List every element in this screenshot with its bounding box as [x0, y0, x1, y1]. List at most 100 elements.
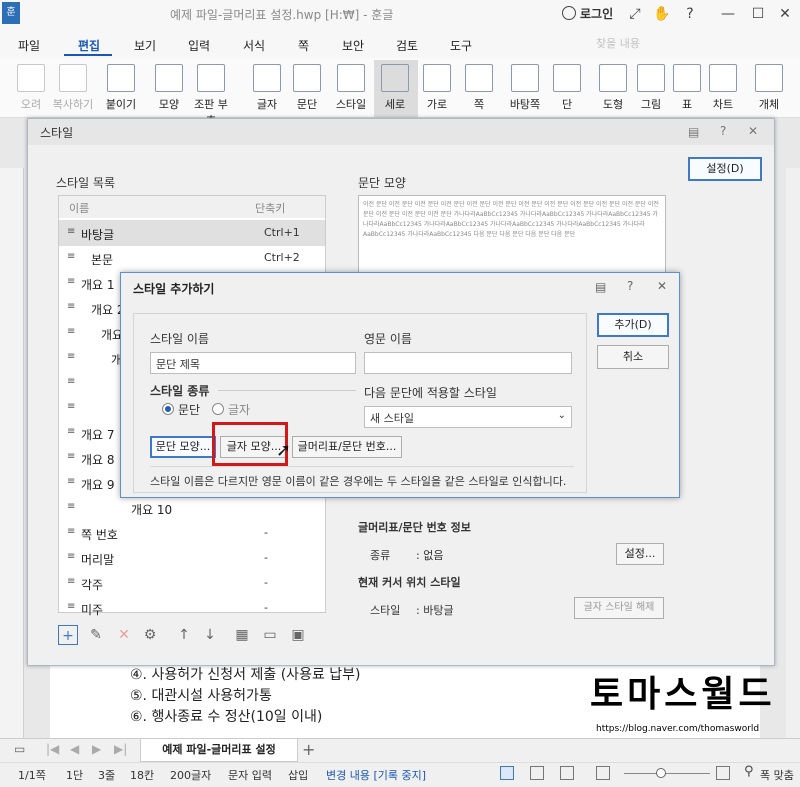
ribbon-button[interactable]: 쪽: [458, 64, 500, 112]
menu-view[interactable]: 보기: [134, 37, 156, 54]
radio-paragraph[interactable]: [162, 403, 174, 415]
style-list-item[interactable]: ≡ 쪽 번호 -: [59, 520, 325, 546]
set-button[interactable]: 설정(D): [688, 157, 762, 181]
status-track-changes[interactable]: 변경 내용 [기록 중지]: [326, 767, 426, 783]
paragraph-style-icon: ≡: [67, 301, 76, 312]
view-width-icon[interactable]: [530, 766, 544, 780]
open-folder-icon[interactable]: ▭: [260, 625, 280, 645]
ribbon-button[interactable]: 가로: [416, 64, 458, 112]
style-name-input[interactable]: 문단 제목: [150, 352, 356, 374]
user-icon[interactable]: [562, 6, 576, 20]
ribbon-button[interactable]: 문단: [286, 64, 328, 112]
prev-page-icon[interactable]: ◀: [70, 742, 79, 756]
menu-file[interactable]: 파일: [18, 37, 40, 54]
add-button[interactable]: 추가(D): [597, 313, 669, 337]
radio-paragraph-label[interactable]: 문단: [178, 401, 200, 418]
ribbon-button[interactable]: 단: [546, 64, 588, 112]
hand-icon[interactable]: ✋: [652, 4, 672, 24]
ribbon-button[interactable]: 바탕쪽: [504, 64, 546, 112]
login-link[interactable]: 로그인: [580, 5, 613, 22]
zoom-fit-label[interactable]: 폭 맞춤: [760, 767, 794, 783]
first-page-icon[interactable]: |◀: [46, 742, 59, 756]
style-list-item[interactable]: ≡ 각주 -: [59, 570, 325, 596]
magnifier-icon[interactable]: ⚲: [744, 764, 754, 779]
next-style-select[interactable]: 새 스타일 ⌄: [364, 406, 572, 428]
style-list-item[interactable]: ≡ 본문 Ctrl+2: [59, 245, 325, 271]
radio-char-label[interactable]: 글자: [228, 401, 250, 418]
menu-review[interactable]: 검토: [396, 37, 418, 54]
style-list-item[interactable]: ≡ 바탕글 Ctrl+1: [59, 220, 325, 246]
zoom-slider[interactable]: [624, 773, 710, 774]
style-name-label: 스타일 이름: [150, 332, 210, 346]
help-icon[interactable]: ?: [680, 4, 700, 24]
para-shape-button[interactable]: 문단 모양...: [150, 436, 216, 458]
style-list-item[interactable]: ≡ 미주 -: [59, 595, 325, 621]
markup-icon: [197, 64, 225, 92]
menu-page[interactable]: 쪽: [298, 37, 309, 54]
next-page-icon[interactable]: ▶: [92, 742, 101, 756]
dialog-help-icon[interactable]: ?: [720, 124, 726, 138]
release-char-style-button[interactable]: 글자 스타일 해제: [574, 597, 664, 619]
ribbon-button[interactable]: 도형: [592, 64, 634, 112]
ribbon-button[interactable]: 복사하기: [52, 64, 94, 112]
close-icon[interactable]: ✕: [775, 4, 795, 24]
eng-name-input[interactable]: [364, 352, 572, 374]
vertical-scrollbar[interactable]: [786, 168, 800, 738]
add-style-icon[interactable]: +: [58, 625, 78, 645]
add-dialog-close-icon[interactable]: ✕: [657, 279, 667, 293]
menu-security[interactable]: 보안: [342, 37, 364, 54]
ribbon-button[interactable]: 모양: [148, 64, 190, 112]
bullet-settings-button[interactable]: 설정...: [616, 543, 664, 565]
ribbon-button[interactable]: 오려: [10, 64, 52, 112]
menu-tools[interactable]: 도구: [450, 37, 472, 54]
mouse-pointer-icon: ➚: [276, 440, 292, 461]
cancel-button[interactable]: 취소: [597, 345, 669, 369]
delete-style-icon[interactable]: ✕: [114, 625, 134, 645]
maximize-icon[interactable]: ☐: [748, 4, 768, 24]
restore-icon[interactable]: ⤢: [625, 4, 645, 24]
add-dialog-help-icon[interactable]: ?: [627, 279, 633, 293]
style-type-label: 스타일 종류: [150, 384, 210, 398]
ribbon-button[interactable]: 차트: [702, 64, 744, 112]
menu-insert[interactable]: 입력: [188, 37, 210, 54]
active-menu-underline: [64, 54, 112, 56]
import-style-icon[interactable]: ▦: [232, 625, 252, 645]
status-insert[interactable]: 삽입: [288, 767, 308, 783]
tab-document[interactable]: 예제 파일-글머리표 설정: [140, 738, 298, 762]
paragraph-preview: 이전 문단 이전 문단 이전 문단 이전 문단 이전 문단 이전 문단 이전 문…: [358, 195, 666, 275]
ribbon-button[interactable]: 글자: [246, 64, 288, 112]
dialog-close-icon[interactable]: ✕: [748, 124, 758, 138]
style-name: 개요 7: [81, 428, 115, 442]
view-page-icon[interactable]: [500, 766, 514, 780]
edit-style-icon[interactable]: ✎: [86, 625, 106, 645]
style-list-item[interactable]: ≡ 개요 10: [59, 495, 325, 521]
zoom-in-icon[interactable]: [716, 766, 730, 780]
bullet-number-button[interactable]: 글머리표/문단 번호...: [292, 436, 402, 458]
ribbon-button[interactable]: 붙이기: [100, 64, 142, 112]
add-tab-icon[interactable]: +: [302, 740, 315, 759]
move-up-icon[interactable]: ↑: [174, 625, 194, 645]
search-input[interactable]: 찾을 내용: [590, 33, 740, 53]
minimize-icon[interactable]: —: [718, 4, 738, 24]
menu-format[interactable]: 서식: [243, 37, 265, 54]
style-list-item[interactable]: ≡ 머리말 -: [59, 545, 325, 571]
zoom-slider-handle[interactable]: [656, 768, 666, 778]
view-full-icon[interactable]: [560, 766, 574, 780]
ribbon-button[interactable]: 스타일: [330, 64, 372, 112]
col-name-header: 이름: [69, 202, 90, 215]
save-icon[interactable]: ▣: [288, 625, 308, 645]
radio-char[interactable]: [212, 403, 224, 415]
add-dialog-menu-icon[interactable]: ▤: [595, 280, 606, 294]
move-down-icon[interactable]: ↓: [200, 625, 220, 645]
ribbon-button[interactable]: 세로: [374, 64, 416, 112]
sheet-icon[interactable]: ▭: [14, 742, 25, 756]
last-page-icon[interactable]: ▶|: [114, 742, 127, 756]
style-shortcut: -: [264, 576, 268, 589]
menu-edit[interactable]: 편집: [78, 37, 100, 54]
hwp-app-icon: 훈: [2, 2, 20, 24]
zoom-out-icon[interactable]: [596, 766, 610, 780]
ribbon-button[interactable]: 개체: [748, 64, 790, 112]
link-style-icon[interactable]: ⚙: [140, 625, 160, 645]
paragraph-style-icon: ≡: [67, 226, 76, 237]
dialog-menu-icon[interactable]: ▤: [688, 125, 699, 139]
